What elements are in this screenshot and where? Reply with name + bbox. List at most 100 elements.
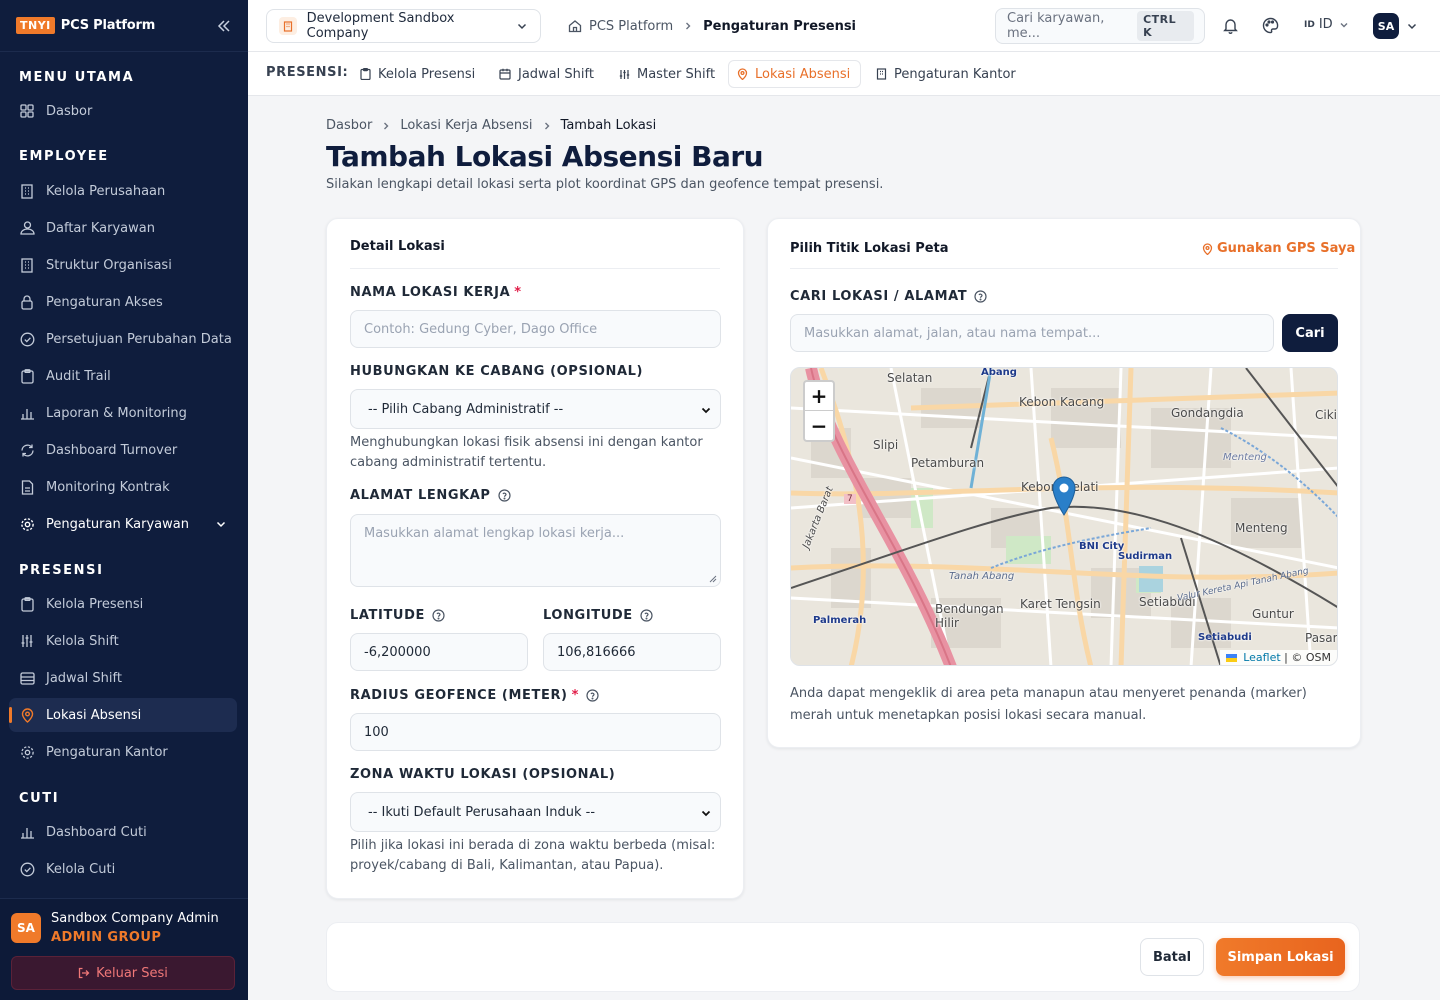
sidebar-item-label: Pengaturan Akses	[46, 294, 163, 310]
map-place-label: Guntur	[1252, 607, 1294, 621]
help-icon[interactable]	[586, 689, 599, 702]
field-label-branch: HUBUNGKAN KE CABANG (OPSIONAL)	[350, 364, 643, 379]
sidebar-item-label: Persetujuan Perubahan Data	[46, 331, 232, 347]
sidebar-item-label: Dashboard Turnover	[46, 442, 178, 458]
chevron-down-icon	[700, 807, 712, 819]
textarea-placeholder: Masukkan alamat lengkap lokasi kerja...	[364, 526, 625, 541]
sidebar-item-dashboard-turnover[interactable]: Dashboard Turnover	[9, 433, 237, 467]
latitude-input[interactable]: -6,200000	[350, 633, 528, 671]
chevron-down-icon	[516, 20, 528, 32]
user-panel: SA Sandbox Company Admin ADMIN GROUP Kel…	[0, 898, 248, 1000]
leaflet-link[interactable]: Leaflet	[1243, 651, 1280, 664]
address-textarea[interactable]: Masukkan alamat lengkap lokasi kerja...	[350, 514, 721, 587]
tab-pengaturan-kantor[interactable]: Pengaturan Kantor	[868, 60, 1024, 88]
bell-icon[interactable]	[1222, 17, 1239, 34]
home-icon[interactable]	[568, 19, 582, 33]
input-value: 106,816666	[557, 644, 636, 660]
cancel-button[interactable]: Batal	[1140, 938, 1204, 976]
breadcrumb-item[interactable]: PCS Platform	[589, 19, 673, 34]
sidebar-item-label: Pengaturan Karyawan	[46, 516, 189, 532]
global-search-input[interactable]: Cari karyawan, me... CTRL K	[995, 8, 1205, 44]
sidebar-item-monitoring-kontrak[interactable]: Monitoring Kontrak	[9, 470, 237, 504]
sidebar-item-daftar-karyawan[interactable]: Daftar Karyawan	[9, 211, 237, 245]
logout-button[interactable]: Keluar Sesi	[11, 956, 235, 990]
use-gps-button[interactable]: Gunakan GPS Saya	[1202, 241, 1355, 256]
clipboard-icon	[19, 596, 35, 612]
avatar: SA	[11, 913, 41, 943]
chevron-down-icon[interactable]	[1406, 20, 1418, 32]
breadcrumb: Dasbor Lokasi Kerja Absensi Tambah Lokas…	[326, 118, 656, 133]
collapse-sidebar-icon[interactable]	[216, 18, 232, 34]
help-icon[interactable]	[974, 290, 987, 303]
language-selector[interactable]: ID ID	[1304, 17, 1349, 32]
location-name-input[interactable]: Contoh: Gedung Cyber, Dago Office	[350, 310, 721, 348]
map-place-label: Tanah Abang	[949, 571, 1015, 582]
map-hint: Anda dapat mengeklik di area peta manapu…	[790, 686, 1307, 723]
zoom-in-button[interactable]: +	[805, 382, 833, 411]
tab-jadwal-shift[interactable]: Jadwal Shift	[491, 60, 602, 88]
sidebar-item-laporan-monitoring[interactable]: Laporan & Monitoring	[9, 396, 237, 430]
sidebar-item-label: Monitoring Kontrak	[46, 479, 170, 495]
check-circle-icon	[19, 861, 35, 877]
sidebar-item-struktur-organisasi[interactable]: Struktur Organisasi	[9, 248, 237, 282]
divider	[790, 268, 1338, 269]
field-label-radius: RADIUS GEOFENCE (METER) *	[350, 688, 599, 703]
map-tiles	[791, 368, 1337, 665]
input-placeholder: Contoh: Gedung Cyber, Dago Office	[364, 321, 598, 337]
divider	[350, 268, 720, 269]
tab-kelola-presensi[interactable]: Kelola Presensi	[352, 60, 483, 88]
tab-master-shift[interactable]: Master Shift	[611, 60, 723, 88]
label-text: HUBUNGKAN KE CABANG (OPSIONAL)	[350, 364, 644, 379]
sidebar-item-kelola-perusahaan[interactable]: Kelola Perusahaan	[9, 174, 237, 208]
timezone-select[interactable]: -- Ikuti Default Perusahaan Induk --	[350, 792, 721, 832]
map-place-label: Abang	[981, 367, 1017, 378]
location-search-input[interactable]: Masukkan alamat, jalan, atau nama tempat…	[790, 314, 1274, 352]
breadcrumb-item[interactable]: Dasbor	[326, 118, 372, 133]
branch-select[interactable]: -- Pilih Cabang Administratif --	[350, 389, 721, 429]
search-location-button[interactable]: Cari	[1282, 314, 1338, 352]
sidebar-item-pengaturan-akses[interactable]: Pengaturan Akses	[9, 285, 237, 319]
user-avatar[interactable]: SA	[1373, 13, 1399, 39]
timezone-hint: Pilih jika lokasi ini berada di zona wak…	[350, 838, 716, 873]
osm-attribution[interactable]: | © OSM	[1284, 651, 1331, 664]
zoom-out-button[interactable]: −	[805, 411, 833, 440]
map-pin-icon	[19, 707, 35, 723]
sidebar-item-kelola-presensi[interactable]: Kelola Presensi	[9, 587, 237, 621]
sidebar-item-dasbor[interactable]: Dasbor	[9, 94, 237, 128]
sidebar-item-lokasi-absensi[interactable]: Lokasi Absensi	[9, 698, 237, 732]
map-pin-icon	[1202, 242, 1213, 255]
gps-label: Gunakan GPS Saya	[1217, 241, 1356, 256]
resize-handle-icon[interactable]	[709, 575, 717, 583]
map-view[interactable]: Selatan Abang Kebon Kacang Gondangdia Ci…	[790, 367, 1338, 666]
section-title-presensi: PRESENSI	[19, 563, 104, 578]
breadcrumb-item[interactable]: Lokasi Kerja Absensi	[400, 118, 532, 133]
sidebar-item-pengaturan-karyawan[interactable]: Pengaturan Karyawan	[9, 507, 237, 541]
company-selector[interactable]: Development Sandbox Company	[266, 9, 541, 43]
sidebar-item-audit-trail[interactable]: Audit Trail	[9, 359, 237, 393]
map-card-title: Pilih Titik Lokasi Peta	[790, 241, 949, 256]
label-text: RADIUS GEOFENCE (METER)	[350, 688, 568, 703]
save-location-button[interactable]: Simpan Lokasi	[1216, 938, 1345, 976]
tab-lokasi-absensi[interactable]: Lokasi Absensi	[728, 60, 861, 88]
sidebar-item-kelola-cuti[interactable]: Kelola Cuti	[9, 852, 237, 886]
field-label-name: NAMA LOKASI KERJA *	[350, 285, 522, 300]
longitude-input[interactable]: 106,816666	[543, 633, 721, 671]
location-marker-icon[interactable]	[1052, 476, 1076, 516]
help-icon[interactable]	[640, 609, 653, 622]
map-place-label: Bendungan Hilir	[935, 602, 1004, 630]
chevron-down-icon[interactable]	[215, 518, 227, 530]
help-icon[interactable]	[432, 609, 445, 622]
sidebar-item-persetujuan-perubahan-data[interactable]: Persetujuan Perubahan Data	[9, 322, 237, 356]
tab-label: Kelola Presensi	[378, 66, 476, 82]
sidebar-item-dashboard-cuti[interactable]: Dashboard Cuti	[9, 815, 237, 849]
sidebar-item-kelola-shift[interactable]: Kelola Shift	[9, 624, 237, 658]
building-icon	[279, 17, 297, 35]
sidebar-item-pengaturan-kantor[interactable]: Pengaturan Kantor	[9, 735, 237, 769]
grid-icon	[19, 103, 35, 119]
sidebar-item-label: Kelola Perusahaan	[46, 183, 166, 199]
palette-icon[interactable]	[1262, 17, 1279, 34]
radius-input[interactable]: 100	[350, 713, 721, 751]
required-mark: *	[514, 285, 522, 300]
help-icon[interactable]	[497, 489, 511, 502]
sidebar-item-jadwal-shift[interactable]: Jadwal Shift	[9, 661, 237, 695]
